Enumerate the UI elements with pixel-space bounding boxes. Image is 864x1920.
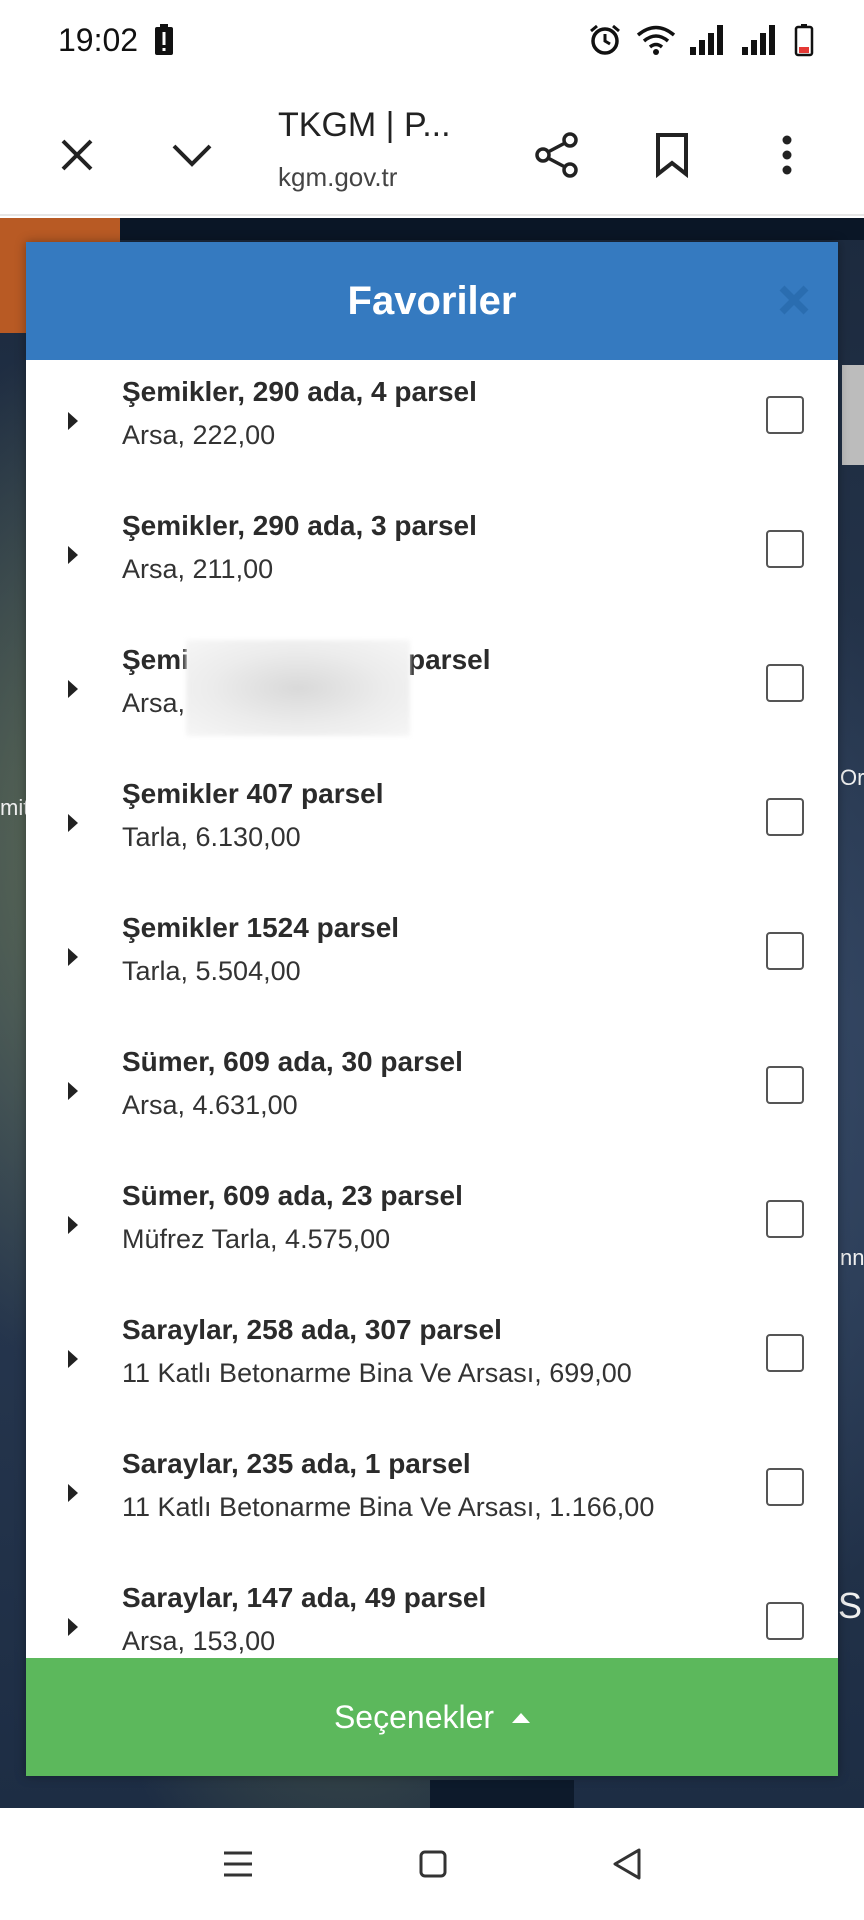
back-button[interactable] bbox=[611, 1846, 643, 1882]
expand-caret-icon[interactable] bbox=[68, 1484, 78, 1502]
item-subtitle: Müfrez Tarla, 4.575,00 bbox=[122, 1224, 391, 1254]
item-title: Şemikler, 290 ada, 3 parsel bbox=[122, 510, 477, 541]
home-square-icon bbox=[419, 1850, 447, 1878]
item-subtitle: Arsa, 211,00 bbox=[122, 554, 274, 584]
expand-caret-icon[interactable] bbox=[68, 680, 78, 698]
caret-up-icon bbox=[512, 1713, 531, 1723]
dialog-header: Favoriler bbox=[26, 242, 838, 360]
collapse-button[interactable] bbox=[157, 120, 227, 190]
options-label: Seçenekler bbox=[333, 1698, 495, 1735]
item-subtitle: Tarla, 5.504,00 bbox=[122, 956, 301, 986]
list-item[interactable]: Şemikler, 290 ada, 4 parsel Arsa, 222,00 bbox=[26, 360, 838, 494]
page-url[interactable]: kgm.gov.tr bbox=[278, 162, 397, 193]
favorites-list[interactable]: Şemikler, 290 ada, 4 parsel Arsa, 222,00… bbox=[26, 360, 838, 1658]
list-item[interactable]: Sümer, 609 ada, 23 parsel Müfrez Tarla, … bbox=[26, 1164, 838, 1298]
share-icon bbox=[535, 132, 578, 178]
item-checkbox[interactable] bbox=[766, 1066, 804, 1104]
item-subtitle: Arsa, 4.631,00 bbox=[122, 1090, 298, 1120]
expand-caret-icon[interactable] bbox=[68, 948, 78, 966]
redacted-blur bbox=[186, 640, 410, 736]
item-subtitle: 11 Katlı Betonarme Bina Ve Arsası, 1.166… bbox=[122, 1492, 655, 1522]
item-checkbox[interactable] bbox=[766, 1602, 804, 1640]
alarm-icon bbox=[588, 23, 622, 57]
item-title: Saraylar, 147 ada, 49 parsel bbox=[122, 1582, 487, 1613]
signal-icon bbox=[690, 25, 728, 55]
item-title: Sümer, 609 ada, 23 parsel bbox=[122, 1180, 463, 1211]
browser-toolbar: TKGM | P... kgm.gov.tr bbox=[0, 80, 864, 216]
item-subtitle: Tarla, 6.130,00 bbox=[122, 822, 301, 852]
list-item[interactable]: Sümer, 609 ada, 30 parsel Arsa, 4.631,00 bbox=[26, 1030, 838, 1164]
map-label: nn bbox=[840, 1245, 864, 1270]
close-icon bbox=[779, 285, 809, 315]
status-bar: 19:02 bbox=[0, 0, 864, 80]
home-button[interactable] bbox=[417, 1848, 449, 1880]
map-label: mit bbox=[0, 795, 30, 820]
status-time: 19:02 bbox=[58, 21, 139, 58]
item-title-start: Şemi bbox=[122, 644, 189, 675]
item-checkbox[interactable] bbox=[766, 1334, 804, 1372]
list-item[interactable]: Şemikler 407 parsel Tarla, 6.130,00 bbox=[26, 762, 838, 896]
list-item[interactable]: Şemi parsel Arsa, bbox=[26, 628, 838, 762]
list-item[interactable]: Saraylar, 147 ada, 49 parsel Arsa, 153,0… bbox=[26, 1566, 838, 1658]
close-icon bbox=[61, 139, 93, 171]
item-subtitle: Arsa, 153,00 bbox=[122, 1626, 276, 1656]
bookmark-icon bbox=[656, 133, 688, 178]
options-button[interactable]: Seçenekler bbox=[26, 1658, 838, 1776]
expand-caret-icon[interactable] bbox=[68, 412, 78, 430]
item-checkbox[interactable] bbox=[766, 798, 804, 836]
share-button[interactable] bbox=[522, 120, 592, 190]
menu-icon bbox=[224, 1851, 252, 1877]
back-triangle-icon bbox=[613, 1848, 641, 1880]
expand-caret-icon[interactable] bbox=[68, 814, 78, 832]
item-checkbox[interactable] bbox=[766, 664, 804, 702]
item-checkbox[interactable] bbox=[766, 1468, 804, 1506]
item-title: Saraylar, 258 ada, 307 parsel bbox=[122, 1314, 502, 1345]
item-subtitle: 11 Katlı Betonarme Bina Ve Arsası, 699,0… bbox=[122, 1358, 632, 1388]
recent-apps-button[interactable] bbox=[221, 1849, 255, 1879]
item-subtitle: Arsa, 222,00 bbox=[122, 420, 276, 450]
bookmark-button[interactable] bbox=[637, 120, 707, 190]
dialog-title: Favoriler bbox=[347, 278, 517, 323]
item-title: Şemikler 1524 parsel bbox=[122, 912, 400, 943]
map-top-bar bbox=[120, 218, 864, 240]
item-subtitle-start: Arsa, bbox=[122, 688, 186, 718]
item-title: Şemikler 407 parsel bbox=[122, 778, 384, 809]
item-checkbox[interactable] bbox=[766, 530, 804, 568]
expand-caret-icon[interactable] bbox=[68, 1618, 78, 1636]
list-item[interactable]: Saraylar, 258 ada, 307 parsel 11 Katlı B… bbox=[26, 1298, 838, 1432]
favorites-dialog: Favoriler Şemikler, 290 ada, 4 parsel Ar… bbox=[26, 242, 838, 1776]
list-item[interactable]: Şemikler, 290 ada, 3 parsel Arsa, 211,00 bbox=[26, 494, 838, 628]
map-label: Or bbox=[840, 765, 864, 790]
expand-caret-icon[interactable] bbox=[68, 1350, 78, 1368]
more-vert-icon bbox=[782, 135, 792, 175]
page-title[interactable]: TKGM | P... bbox=[278, 106, 451, 145]
signal-icon-2 bbox=[742, 25, 780, 55]
battery-alert-icon bbox=[152, 23, 176, 57]
item-checkbox[interactable] bbox=[766, 1200, 804, 1238]
list-item[interactable]: Şemikler 1524 parsel Tarla, 5.504,00 bbox=[26, 896, 838, 1030]
item-checkbox[interactable] bbox=[766, 932, 804, 970]
expand-caret-icon[interactable] bbox=[68, 1216, 78, 1234]
list-item[interactable]: Saraylar, 235 ada, 1 parsel 11 Katlı Bet… bbox=[26, 1432, 838, 1566]
item-title: Sümer, 609 ada, 30 parsel bbox=[122, 1046, 463, 1077]
battery-low-icon bbox=[794, 23, 814, 57]
system-nav-bar bbox=[0, 1808, 864, 1920]
map-scroll-handle[interactable] bbox=[842, 365, 864, 465]
close-tab-button[interactable] bbox=[42, 120, 112, 190]
wifi-icon bbox=[636, 24, 676, 56]
chevron-down-icon bbox=[172, 144, 212, 167]
more-options-button[interactable] bbox=[752, 120, 822, 190]
item-checkbox[interactable] bbox=[766, 396, 804, 434]
map-bottom-bar bbox=[430, 1780, 574, 1808]
map-label: S bbox=[838, 1585, 863, 1626]
expand-caret-icon[interactable] bbox=[68, 1082, 78, 1100]
item-title: Şemikler, 290 ada, 4 parsel bbox=[122, 376, 477, 407]
item-title: Saraylar, 235 ada, 1 parsel bbox=[122, 1448, 471, 1479]
expand-caret-icon[interactable] bbox=[68, 546, 78, 564]
dialog-close-button[interactable] bbox=[774, 280, 814, 320]
item-title-end: parsel bbox=[408, 644, 491, 675]
